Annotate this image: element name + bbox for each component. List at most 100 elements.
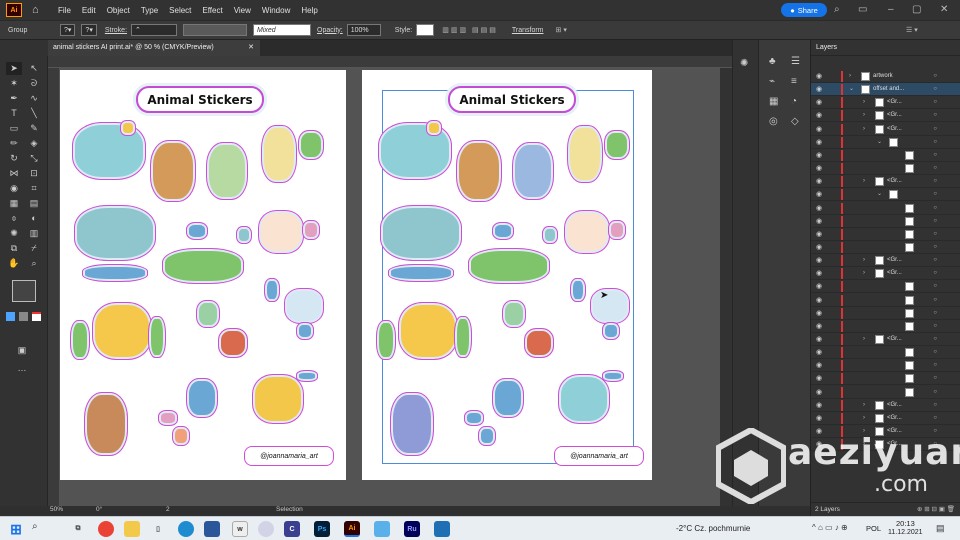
layer-name[interactable]: offset and... (873, 83, 904, 96)
artboard-title[interactable]: Animal Stickers (448, 86, 576, 113)
vertical-ruler[interactable] (48, 68, 60, 506)
expand-toggle-icon[interactable]: › (863, 175, 865, 188)
visibility-eye-icon[interactable]: ◉ (816, 188, 822, 201)
visibility-eye-icon[interactable]: ◉ (816, 70, 822, 83)
color-mode-icon[interactable] (6, 312, 15, 321)
sticker-bunny[interactable] (261, 125, 297, 183)
layer-row[interactable]: ◉ ○ (811, 386, 960, 399)
horizontal-ruler[interactable] (48, 56, 732, 68)
app-icon[interactable] (204, 521, 220, 537)
visibility-eye-icon[interactable]: ◉ (816, 83, 822, 96)
rotate-tool-icon[interactable]: ↻ (6, 152, 22, 165)
sticker-grass-right[interactable] (148, 316, 166, 358)
visibility-eye-icon[interactable]: ◉ (816, 307, 822, 320)
target-circle-icon[interactable]: ○ (933, 333, 937, 346)
expand-toggle-icon[interactable]: ⌄ (877, 136, 882, 149)
target-circle-icon[interactable]: ○ (933, 188, 937, 201)
selection-tool-icon[interactable]: ➤ (6, 62, 22, 75)
visibility-eye-icon[interactable]: ◉ (816, 320, 822, 333)
sticker-lion[interactable] (92, 302, 152, 360)
arrange-docs-icon[interactable]: ⊞ ▾ (556, 26, 567, 34)
sticker-grass-left[interactable] (376, 320, 396, 360)
layer-name[interactable]: <Gr... (887, 254, 902, 267)
layer-name[interactable]: <Gr... (887, 399, 902, 412)
lasso-tool-icon[interactable]: ᘐ (26, 77, 42, 90)
sticker-lion[interactable] (398, 302, 458, 360)
layer-row[interactable]: ◉ ⌄ offset and... ○ (811, 83, 960, 97)
target-circle-icon[interactable]: ○ (933, 149, 937, 162)
visibility-eye-icon[interactable]: ◉ (816, 136, 822, 149)
layer-row[interactable]: ◉ ○ (811, 215, 960, 228)
stroke-weight-field[interactable]: ⌃ (131, 24, 178, 36)
menu-object[interactable]: Object (107, 6, 130, 15)
sticker-seal[interactable] (590, 288, 630, 324)
visibility-eye-icon[interactable]: ◉ (816, 241, 822, 254)
visibility-eye-icon[interactable]: ◉ (816, 386, 822, 399)
sticker-elephant[interactable] (74, 205, 156, 261)
fill-stroke-swatch[interactable] (12, 280, 36, 302)
layer-name[interactable]: <Gr... (887, 96, 902, 109)
screen-mode-icon[interactable]: ▣ (14, 344, 30, 357)
free-transform-tool-icon[interactable]: ⊡ (26, 167, 42, 180)
visibility-eye-icon[interactable]: ◉ (816, 294, 822, 307)
visibility-eye-icon[interactable]: ◉ (816, 123, 822, 136)
sticker-octopus[interactable] (258, 210, 304, 254)
expand-toggle-icon[interactable]: › (863, 267, 865, 280)
layer-row[interactable]: ◉ ○ (811, 149, 960, 162)
symbols-icon[interactable]: ♣ (769, 56, 776, 67)
sticker-small-fish[interactable] (464, 410, 484, 426)
sticker-coral[interactable] (478, 426, 496, 446)
sticker-seahorse[interactable] (264, 278, 280, 302)
layer-row[interactable]: ◉ › <Gr... ○ (811, 123, 960, 136)
sticker-spiral[interactable] (608, 220, 626, 240)
visibility-eye-icon[interactable]: ◉ (816, 280, 822, 293)
layer-row[interactable]: ◉ ○ (811, 294, 960, 307)
target-circle-icon[interactable]: ○ (933, 228, 937, 241)
mesh-tool-icon[interactable]: ▦ (6, 197, 22, 210)
expand-toggle-icon[interactable]: › (863, 254, 865, 267)
layer-row[interactable]: ◉ › <Gr... ○ (811, 109, 960, 123)
none-mode-icon[interactable] (32, 312, 41, 321)
sticker-monkey[interactable] (390, 392, 434, 456)
photoshop-icon[interactable]: Ps (314, 521, 330, 537)
rush-icon[interactable]: Ru (404, 521, 420, 537)
close-document-icon[interactable]: ✕ (248, 40, 254, 56)
opacity-field[interactable]: 100% (346, 24, 381, 36)
sticker-seahorse[interactable] (570, 278, 586, 302)
sticker-fish[interactable] (120, 120, 136, 136)
expand-toggle-icon[interactable]: › (863, 412, 865, 425)
target-circle-icon[interactable]: ○ (933, 215, 937, 228)
artboard-tool-icon[interactable]: ⧉ (6, 242, 22, 255)
sticker-seal[interactable] (284, 288, 324, 324)
layer-row[interactable]: ◉ ○ (811, 320, 960, 333)
sticker-leaf[interactable] (502, 300, 526, 328)
line-tool-icon[interactable]: ╲ (26, 107, 42, 120)
target-circle-icon[interactable]: ○ (933, 96, 937, 109)
rectangle-tool-icon[interactable]: ▭ (6, 122, 22, 135)
panel-menu-icon[interactable]: ☰ ▾ (906, 26, 918, 34)
visibility-eye-icon[interactable]: ◉ (816, 202, 822, 215)
visibility-eye-icon[interactable]: ◉ (816, 346, 822, 359)
sticker-wave-swirl[interactable] (296, 322, 314, 340)
artboard-2[interactable]: Animal Stickers @joannamaria_art ➤ (362, 70, 652, 480)
sticker-grass-right[interactable] (454, 316, 472, 358)
visibility-eye-icon[interactable]: ◉ (816, 228, 822, 241)
pencil-tool-icon[interactable]: ✏ (6, 137, 22, 150)
swatches-icon[interactable]: ▦ (769, 96, 778, 107)
sticker-hedgehog[interactable] (524, 328, 554, 358)
visibility-eye-icon[interactable]: ◉ (816, 399, 822, 412)
curvature-tool-icon[interactable]: ∿ (26, 92, 42, 105)
sticker-toucan[interactable] (252, 374, 304, 424)
sticker-crocodile[interactable] (162, 248, 244, 284)
expand-toggle-icon[interactable]: › (863, 123, 865, 136)
task-view-icon[interactable]: ⧉ (70, 521, 86, 537)
sticker-tree[interactable] (512, 142, 554, 200)
zoom-level[interactable]: 50% (50, 506, 63, 513)
gradient-tool-icon[interactable]: ▤ (26, 197, 42, 210)
artboard-title[interactable]: Animal Stickers (136, 86, 264, 113)
sticker-dolphin[interactable] (492, 378, 524, 418)
perspective-grid-tool-icon[interactable]: ⌗ (26, 182, 42, 195)
artboard-1[interactable]: Animal Stickers @joannamaria_art (60, 70, 346, 480)
sticker-swirl[interactable] (542, 226, 558, 244)
sticker-bunny[interactable] (567, 125, 603, 183)
